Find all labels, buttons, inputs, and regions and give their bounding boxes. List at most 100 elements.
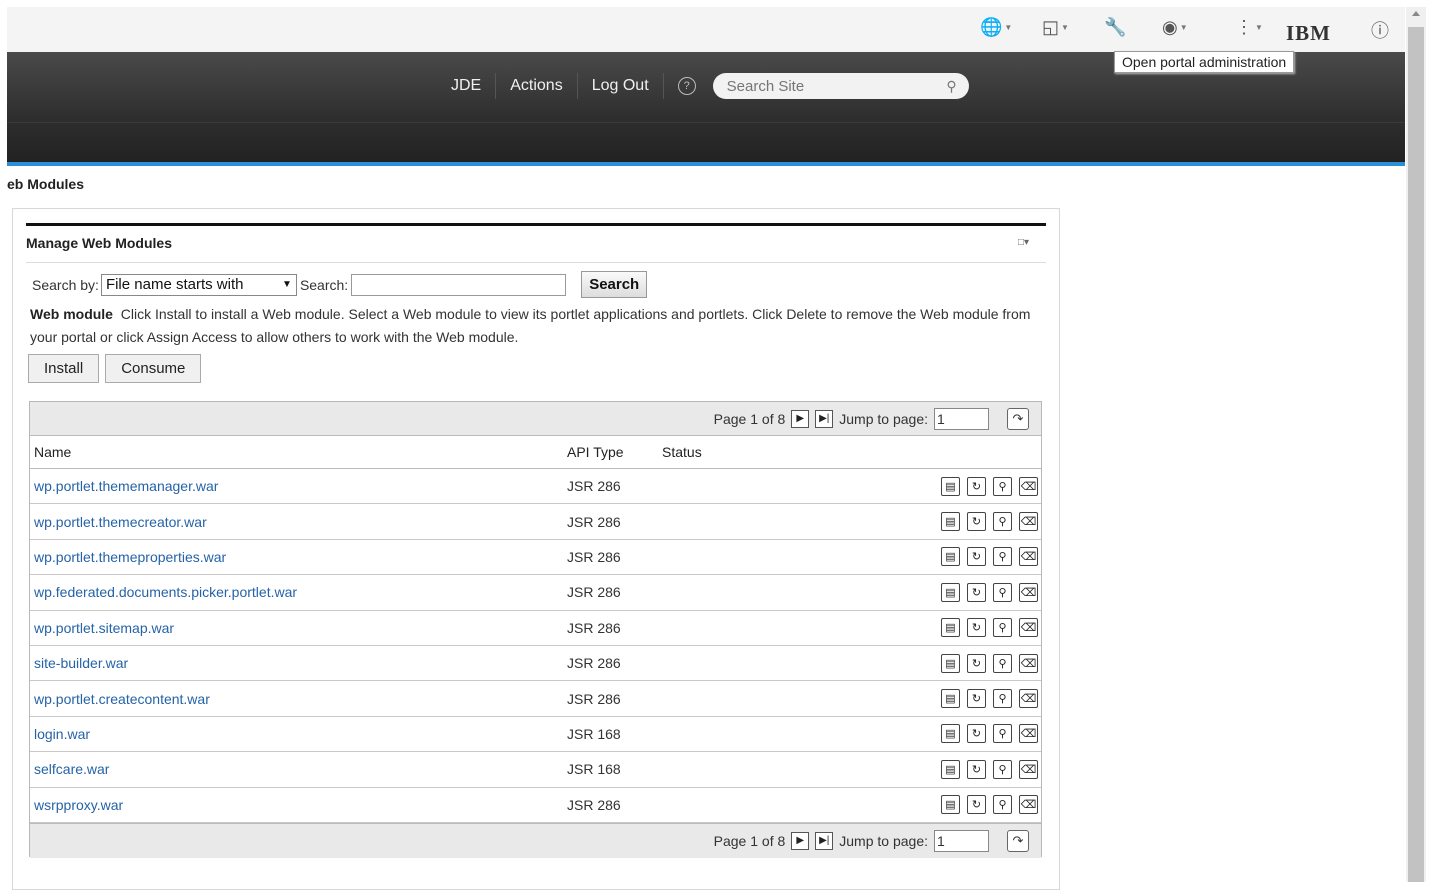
- delete-icon[interactable]: ⌫: [1019, 618, 1038, 638]
- update-icon[interactable]: ↻: [967, 724, 986, 744]
- go-icon[interactable]: ↷: [1007, 407, 1029, 430]
- module-name-link[interactable]: wsrpproxy.war: [30, 797, 567, 813]
- next-page-icon[interactable]: ▶: [791, 831, 810, 850]
- update-icon[interactable]: ↻: [967, 582, 986, 602]
- delete-icon[interactable]: ⌫: [1019, 653, 1038, 673]
- table-row[interactable]: selfcare.war JSR 168 ▤ ↻ ⚲ ⌫: [30, 752, 1041, 788]
- update-icon[interactable]: ↻: [967, 653, 986, 673]
- site-search-input[interactable]: [726, 77, 927, 95]
- page-icon[interactable]: ◱ ▼: [1042, 17, 1069, 38]
- details-icon[interactable]: ▤: [941, 795, 960, 815]
- assign-access-icon[interactable]: ⚲: [993, 689, 1012, 709]
- table-row[interactable]: wp.portlet.sitemap.war JSR 286 ▤ ↻ ⚲ ⌫: [30, 611, 1041, 646]
- assign-access-icon[interactable]: ⚲: [993, 547, 1012, 567]
- assign-access-icon[interactable]: ⚲: [993, 582, 1012, 602]
- consume-button[interactable]: Consume: [105, 354, 202, 383]
- details-icon[interactable]: ▤: [941, 618, 960, 638]
- assign-access-icon[interactable]: ⚲: [993, 759, 1012, 779]
- portlet-top-rule: [26, 223, 1046, 226]
- details-icon[interactable]: ▤: [941, 476, 960, 496]
- details-icon[interactable]: ▤: [941, 724, 960, 744]
- next-page-icon[interactable]: ▶: [791, 409, 810, 428]
- delete-icon[interactable]: ⌫: [1019, 582, 1038, 602]
- module-name-link[interactable]: site-builder.war: [30, 655, 567, 671]
- search-by-select[interactable]: File name starts with ▼: [100, 273, 297, 296]
- search-button[interactable]: Search: [581, 271, 648, 298]
- update-icon[interactable]: ↻: [967, 618, 986, 638]
- assign-access-icon[interactable]: ⚲: [993, 476, 1012, 496]
- table-row[interactable]: wp.portlet.themecreator.war JSR 286 ▤ ↻ ⚲ ⌫: [30, 504, 1041, 540]
- description: Web module Click Install to install a We…: [30, 303, 1042, 349]
- update-icon[interactable]: ↻: [967, 795, 986, 815]
- delete-icon[interactable]: ⌫: [1019, 512, 1038, 532]
- module-name-link[interactable]: wp.portlet.createcontent.war: [30, 691, 567, 707]
- column-api-type[interactable]: API Type: [567, 444, 662, 460]
- jump-input[interactable]: 1: [934, 829, 989, 852]
- more-icon[interactable]: ⋮ ▼: [1235, 17, 1263, 38]
- delete-icon[interactable]: ⌫: [1019, 476, 1038, 496]
- module-name-link[interactable]: wp.federated.documents.picker.portlet.wa…: [30, 584, 567, 600]
- manage-web-modules-portlet: Manage Web Modules □▾ Search by: File na…: [12, 208, 1060, 890]
- delete-icon[interactable]: ⌫: [1019, 795, 1038, 815]
- assign-access-icon[interactable]: ⚲: [993, 618, 1012, 638]
- module-name-link[interactable]: wp.portlet.themeproperties.war: [30, 549, 567, 565]
- details-icon[interactable]: ▤: [941, 653, 960, 673]
- module-name-link[interactable]: wp.portlet.themecreator.war: [30, 514, 567, 530]
- install-button[interactable]: Install: [28, 354, 100, 383]
- module-name-link[interactable]: wp.portlet.thememanager.war: [30, 478, 567, 494]
- header-nav: JDE Actions Log Out ? ⚲: [437, 73, 969, 99]
- site-search: ⚲: [712, 73, 969, 99]
- details-icon[interactable]: ▤: [941, 759, 960, 779]
- nav-logout[interactable]: Log Out: [578, 73, 664, 99]
- info-icon[interactable]: ⓘ: [1371, 17, 1389, 43]
- update-icon[interactable]: ↻: [967, 689, 986, 709]
- update-icon[interactable]: ↻: [967, 547, 986, 567]
- delete-icon[interactable]: ⌫: [1019, 759, 1038, 779]
- last-page-icon[interactable]: ▶|: [815, 409, 834, 428]
- update-icon[interactable]: ↻: [967, 759, 986, 779]
- table-row[interactable]: wsrpproxy.war JSR 286 ▤ ↻ ⚲ ⌫: [30, 788, 1041, 823]
- update-icon[interactable]: ↻: [967, 476, 986, 496]
- update-icon[interactable]: ↻: [967, 512, 986, 532]
- delete-icon[interactable]: ⌫: [1019, 724, 1038, 744]
- table-row[interactable]: wp.portlet.themeproperties.war JSR 286 ▤ ↻ ⚲…: [30, 540, 1041, 576]
- module-name-link[interactable]: wp.portlet.sitemap.war: [30, 620, 567, 636]
- delete-icon[interactable]: ⌫: [1019, 689, 1038, 709]
- table-row[interactable]: wp.portlet.createcontent.war JSR 286 ▤ ↻ ⚲ ⌫: [30, 681, 1041, 717]
- assign-access-icon[interactable]: ⚲: [993, 795, 1012, 815]
- column-name[interactable]: Name: [30, 444, 567, 460]
- scroll-thumb[interactable]: [1408, 27, 1424, 882]
- table-row[interactable]: site-builder.war JSR 286 ▤ ↻ ⚲ ⌫: [30, 646, 1041, 682]
- scroll-up-icon[interactable]: [1412, 11, 1420, 16]
- globe-icon[interactable]: 🌐 ▼: [980, 17, 1012, 38]
- details-icon[interactable]: ▤: [941, 547, 960, 567]
- portlet-menu-icon[interactable]: □▾: [1018, 237, 1029, 248]
- assign-access-icon[interactable]: ⚲: [993, 653, 1012, 673]
- details-icon[interactable]: ▤: [941, 689, 960, 709]
- table-row[interactable]: wp.portlet.thememanager.war JSR 286 ▤ ↻ ⚲ ⌫: [30, 469, 1041, 505]
- eye-icon[interactable]: ◉ ▼: [1162, 17, 1188, 38]
- jump-input[interactable]: 1: [934, 407, 989, 430]
- assign-access-icon[interactable]: ⚲: [993, 724, 1012, 744]
- go-icon[interactable]: ↷: [1007, 829, 1029, 852]
- assign-access-icon[interactable]: ⚲: [993, 512, 1012, 532]
- search-input[interactable]: [351, 273, 567, 296]
- details-icon[interactable]: ▤: [941, 512, 960, 532]
- help-icon[interactable]: ?: [677, 77, 696, 95]
- row-actions: ▤ ↻ ⚲ ⌫: [941, 476, 1041, 496]
- scrollbar[interactable]: [1406, 7, 1426, 882]
- search-row: Search by: File name starts with ▼ Searc…: [32, 271, 648, 298]
- wrench-icon[interactable]: 🔧: [1104, 17, 1126, 38]
- action-buttons: Install Consume: [28, 354, 202, 383]
- module-name-link[interactable]: login.war: [30, 726, 567, 742]
- nav-actions[interactable]: Actions: [496, 73, 578, 99]
- column-status[interactable]: Status: [662, 444, 1041, 460]
- search-icon[interactable]: ⚲: [946, 78, 956, 95]
- last-page-icon[interactable]: ▶|: [815, 831, 834, 850]
- details-icon[interactable]: ▤: [941, 582, 960, 602]
- delete-icon[interactable]: ⌫: [1019, 547, 1038, 567]
- module-name-link[interactable]: selfcare.war: [30, 761, 567, 777]
- nav-jde[interactable]: JDE: [437, 73, 497, 99]
- table-row[interactable]: wp.federated.documents.picker.portlet.wa…: [30, 575, 1041, 611]
- table-row[interactable]: login.war JSR 168 ▤ ↻ ⚲ ⌫: [30, 717, 1041, 753]
